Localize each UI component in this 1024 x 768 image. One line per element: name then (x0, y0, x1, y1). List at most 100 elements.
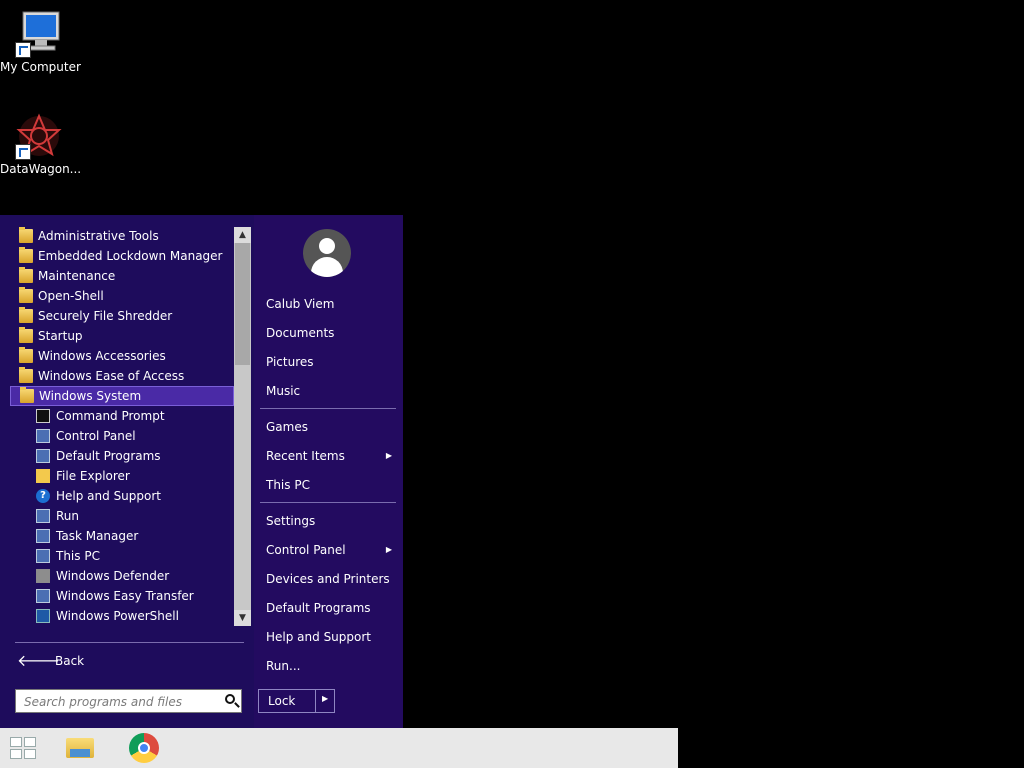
program-label: Help and Support (56, 489, 161, 503)
music-label: Music (266, 384, 301, 398)
taskbar-chrome[interactable] (124, 732, 162, 764)
program-label: Default Programs (56, 449, 161, 463)
back-label: Back (55, 654, 85, 668)
program-label: Command Prompt (56, 409, 165, 423)
control-panel-label: Control Panel (266, 543, 346, 557)
folder-securely-file-shredder[interactable]: Securely File Shredder (10, 306, 234, 326)
folder-icon (19, 327, 33, 343)
program-windows-powershell[interactable]: Windows PowerShell (10, 606, 234, 626)
lock-label: Lock (268, 694, 296, 708)
easy-transfer-icon (36, 589, 50, 603)
command-prompt-icon (36, 409, 50, 423)
program-windows-easy-transfer[interactable]: Windows Easy Transfer (10, 586, 234, 606)
documents-label: Documents (266, 326, 335, 340)
program-label: Windows Ease of Access (38, 369, 185, 383)
program-label: Administrative Tools (38, 229, 159, 243)
powershell-icon (36, 609, 50, 623)
recent-items-link[interactable]: Recent Items ▶ (260, 445, 398, 467)
scroll-down-arrow-icon[interactable]: ▼ (234, 610, 251, 626)
program-label: Securely File Shredder (38, 309, 173, 323)
settings-link[interactable]: Settings (260, 510, 398, 532)
taskbar-file-explorer[interactable] (62, 732, 100, 764)
devices-printers-label: Devices and Printers (266, 572, 390, 586)
program-file-explorer[interactable]: File Explorer (10, 466, 234, 486)
help-support-link[interactable]: Help and Support (260, 626, 398, 648)
desktop-icon-label: DataWagon... (0, 162, 82, 176)
scroll-up-arrow-icon[interactable]: ▲ (234, 227, 251, 243)
folder-maintenance[interactable]: Maintenance (10, 266, 234, 286)
desktop-icon-datawagon[interactable]: DataWagon... (0, 112, 82, 176)
folder-windows-accessories[interactable]: Windows Accessories (10, 346, 234, 366)
program-label: Open-Shell (38, 289, 104, 303)
this-pc-label: This PC (266, 478, 310, 492)
program-label: Windows Accessories (38, 349, 166, 363)
folder-administrative-tools[interactable]: Administrative Tools (10, 226, 234, 246)
chevron-right-icon[interactable]: ▶ (322, 694, 328, 703)
submenu-arrow-icon: ▶ (385, 545, 392, 554)
task-manager-icon (36, 529, 50, 543)
run-link[interactable]: Run... (260, 655, 398, 677)
program-label: Windows System (39, 389, 142, 403)
lock-button[interactable]: Lock ▶ (258, 689, 335, 713)
search-box[interactable] (15, 689, 242, 713)
pictures-link[interactable]: Pictures (260, 351, 398, 373)
control-panel-link[interactable]: Control Panel ▶ (260, 539, 398, 561)
submenu-arrow-icon: ▶ (385, 451, 392, 460)
help-icon: ? (36, 489, 50, 503)
start-button[interactable] (0, 728, 48, 768)
folder-icon (19, 347, 33, 363)
right-pane: Calub Viem Documents Pictures Music Game… (254, 215, 403, 728)
search-input[interactable] (22, 693, 216, 711)
program-run[interactable]: Run (10, 506, 234, 526)
folder-icon (20, 387, 34, 403)
computer-icon (15, 10, 63, 58)
program-this-pc[interactable]: This PC (10, 546, 234, 566)
program-task-manager[interactable]: Task Manager (10, 526, 234, 546)
taskbar (0, 728, 678, 768)
recent-items-label: Recent Items (266, 449, 345, 463)
folder-icon (19, 287, 33, 303)
user-name-link[interactable]: Calub Viem (260, 293, 398, 315)
program-control-panel[interactable]: Control Panel (10, 426, 234, 446)
pictures-label: Pictures (266, 355, 314, 369)
program-label: Windows Easy Transfer (56, 589, 194, 603)
desktop-icon-my-computer[interactable]: My Computer (0, 10, 81, 74)
folder-open-shell[interactable]: Open-Shell (10, 286, 234, 306)
search-icon[interactable] (225, 694, 235, 704)
program-label: Control Panel (56, 429, 136, 443)
program-label: Startup (38, 329, 83, 343)
games-label: Games (266, 420, 308, 434)
games-link[interactable]: Games (260, 416, 398, 438)
default-programs-link[interactable]: Default Programs (260, 597, 398, 619)
help-support-label: Help and Support (266, 630, 371, 644)
folder-windows-ease-of-access[interactable]: Windows Ease of Access (10, 366, 234, 386)
control-panel-icon (36, 429, 50, 443)
folder-windows-system[interactable]: Windows System (10, 386, 234, 406)
folder-icon (19, 307, 33, 323)
programs-divider (15, 642, 244, 643)
folder-startup[interactable]: Startup (10, 326, 234, 346)
scrollbar-thumb[interactable] (235, 243, 250, 365)
folder-embedded-lockdown-manager[interactable]: Embedded Lockdown Manager (10, 246, 234, 266)
music-link[interactable]: Music (260, 380, 398, 402)
folder-icon (19, 267, 33, 283)
program-label: Windows Defender (56, 569, 170, 583)
programs-scrollbar[interactable]: ▲ ▼ (234, 227, 251, 626)
windows-logo-icon (10, 737, 38, 759)
program-windows-defender[interactable]: Windows Defender (10, 566, 234, 586)
default-programs-icon (36, 449, 50, 463)
program-label: Task Manager (56, 529, 139, 543)
program-default-programs[interactable]: Default Programs (10, 446, 234, 466)
user-avatar[interactable] (303, 229, 351, 277)
documents-link[interactable]: Documents (260, 322, 398, 344)
user-name-label: Calub Viem (266, 297, 335, 311)
program-command-prompt[interactable]: Command Prompt (10, 406, 234, 426)
arrow-left-icon: 🡐 (17, 651, 60, 670)
settings-label: Settings (266, 514, 316, 528)
right-divider (260, 502, 396, 503)
this-pc-link[interactable]: This PC (260, 474, 398, 496)
programs-list: Administrative Tools Embedded Lockdown M… (10, 226, 234, 626)
devices-printers-link[interactable]: Devices and Printers (260, 568, 398, 590)
program-help-and-support[interactable]: ? Help and Support (10, 486, 234, 506)
lock-divider (315, 690, 316, 712)
